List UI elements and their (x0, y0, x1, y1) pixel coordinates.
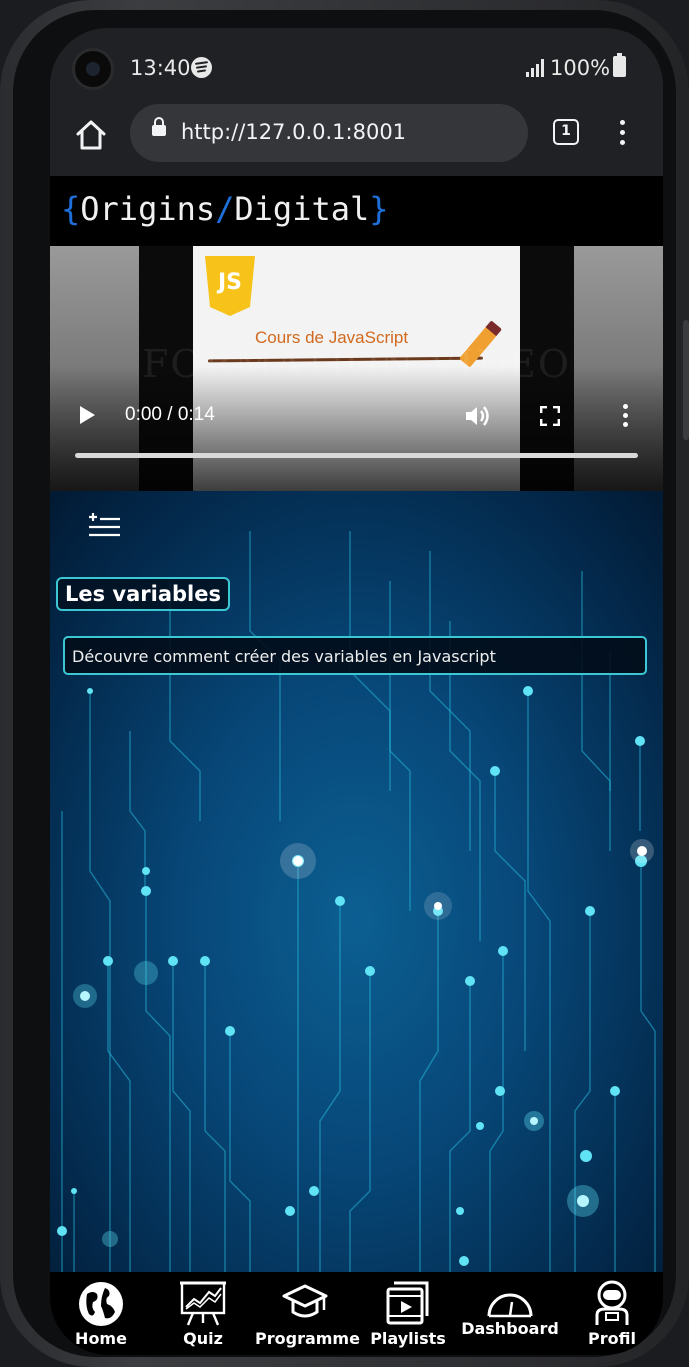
browser-toolbar: http://127.0.0.1:8001 1 (50, 104, 663, 176)
volume-icon[interactable] (464, 404, 490, 428)
video-time: 0:00 / 0:14 (125, 404, 215, 425)
play-icon[interactable] (80, 406, 95, 424)
nav-dashboard-label: Dashboard (461, 1319, 559, 1338)
presentation-chart-icon (180, 1281, 226, 1326)
url-text[interactable]: http://127.0.0.1:8001 (181, 120, 406, 144)
home-icon[interactable] (74, 118, 108, 152)
tab-switcher-button[interactable]: 1 (553, 119, 579, 145)
site-header: {Origins/Digital} (50, 176, 663, 246)
phone-side-button (683, 320, 689, 440)
nav-quiz-label: Quiz (183, 1329, 223, 1348)
gauge-icon (487, 1293, 533, 1318)
address-bar[interactable]: http://127.0.0.1:8001 (130, 104, 528, 162)
nav-programme[interactable]: Programme (255, 1272, 360, 1355)
nav-programme-label: Programme (255, 1329, 360, 1348)
lock-icon (152, 117, 166, 136)
battery-percent: 100% (550, 56, 611, 80)
video-progress-bar[interactable] (75, 453, 638, 458)
nav-dashboard[interactable]: Dashboard (458, 1272, 562, 1355)
spotify-icon (191, 57, 212, 78)
status-bar: 13:40 100% (50, 28, 663, 106)
screen: 13:40 100% http://127.0.0.1:8001 1 {Orig… (50, 28, 663, 1355)
nav-home[interactable]: Home (62, 1272, 140, 1355)
video-details: Les variables Découvre comment créer des… (50, 491, 663, 1272)
video-player[interactable]: JS Cours de JavaScript FORMATION VIDEO 0… (50, 246, 663, 491)
nav-playlists-label: Playlists (370, 1329, 446, 1348)
astronaut-icon (595, 1280, 629, 1325)
signal-icon (526, 59, 546, 77)
js-logo: JS (205, 256, 255, 316)
add-to-playlist-icon[interactable] (87, 512, 121, 538)
front-camera (72, 48, 114, 90)
video-description: Découvre comment créer des variables en … (63, 636, 647, 675)
nav-playlists[interactable]: Playlists (368, 1272, 448, 1355)
browser-menu-icon[interactable] (612, 118, 632, 148)
video-title: Les variables (56, 577, 230, 611)
nav-profil[interactable]: Profil (574, 1272, 650, 1355)
nav-profil-label: Profil (588, 1329, 636, 1348)
status-time: 13:40 (130, 56, 191, 80)
graduation-cap-icon (282, 1284, 328, 1318)
controls-gradient (50, 366, 663, 491)
site-logo[interactable]: {Origins/Digital} (61, 190, 389, 228)
phone-frame: 13:40 100% http://127.0.0.1:8001 1 {Orig… (0, 0, 689, 1367)
fullscreen-icon[interactable] (540, 406, 560, 426)
video-options-icon[interactable] (620, 404, 630, 428)
phone-bezel: 13:40 100% http://127.0.0.1:8001 1 {Orig… (13, 10, 676, 1357)
battery-icon (613, 53, 626, 77)
nav-home-label: Home (75, 1329, 127, 1348)
video-playlist-icon (386, 1281, 429, 1325)
bottom-navigation: Home Quiz Programme Playlists Dashboard … (50, 1272, 663, 1355)
globe-icon (79, 1282, 123, 1326)
nav-quiz[interactable]: Quiz (164, 1272, 242, 1355)
